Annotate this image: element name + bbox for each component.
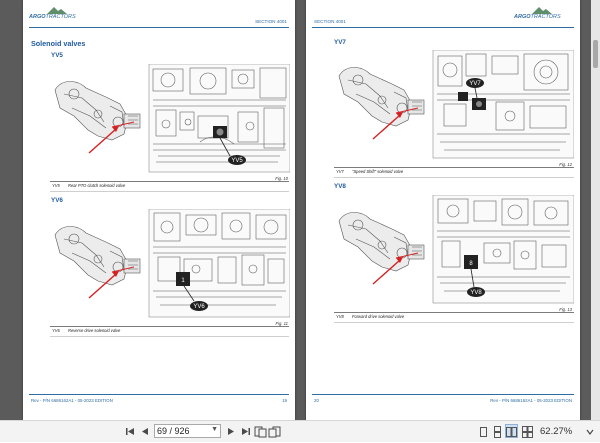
previous-view-icon[interactable] <box>254 425 267 438</box>
chevron-down-icon[interactable]: ▼ <box>211 426 218 433</box>
yv6-caption: YV6 Reverse drive solenoid valve <box>52 328 121 333</box>
yv5-figure: YV5 Fig. 10 <box>50 64 290 181</box>
caption-rule-bottom <box>50 191 289 192</box>
footer-edition: Rev - P/N 6686162A1 - 05-2023 EDITION <box>31 398 113 403</box>
yv6-callout: YV6 <box>193 304 205 310</box>
page-number: 20 <box>314 398 319 403</box>
document-viewport[interactable]: ARGOTRACTORS SECTION 4001 Solenoid valve… <box>0 0 600 420</box>
yv6-heading: YV6 <box>51 197 63 204</box>
yv6-figure: 1 YV6 Fig. 11 <box>50 209 290 326</box>
caption-rule-bottom <box>334 322 574 323</box>
argo-logo: ARGOTRACTORS <box>29 6 89 26</box>
zoom-level[interactable]: 62.27% <box>540 426 572 437</box>
document-page-right: SECTION 4001 ARGOTRACTORS YV7 YV7 Fig. 1… <box>306 0 580 420</box>
single-page-view-icon[interactable] <box>478 425 489 437</box>
first-page-icon[interactable] <box>124 425 136 438</box>
yv5-callout: YV5 <box>231 158 243 164</box>
caption-rule-top <box>50 326 289 327</box>
footer-rule <box>29 394 289 395</box>
yv7-figure: YV7 Fig. 12 <box>334 50 574 167</box>
yv5-heading: YV5 <box>51 52 63 59</box>
page-number: 19 <box>282 398 287 403</box>
yv7-callout: YV7 <box>469 81 481 87</box>
header-rule <box>312 27 574 28</box>
next-view-icon[interactable] <box>268 425 281 438</box>
footer-rule <box>312 394 574 395</box>
viewer-toolbar: ▼ 62.27% <box>0 420 600 442</box>
yv5-caption: YV5 Rear PTO clutch solenoid valve <box>52 183 126 188</box>
document-page-left: ARGOTRACTORS SECTION 4001 Solenoid valve… <box>23 0 295 420</box>
scrollbar-thumb[interactable] <box>593 40 598 68</box>
yv8-heading: YV8 <box>334 183 346 190</box>
last-page-icon[interactable] <box>240 425 252 438</box>
yv7-caption: YV7 "Speed Shift" solenoid valve <box>336 169 404 174</box>
caption-rule-top <box>50 181 289 182</box>
caption-rule-top <box>334 167 574 168</box>
section-label: SECTION 4001 <box>314 19 346 24</box>
caption-rule-top <box>334 312 574 313</box>
yv7-heading: YV7 <box>334 39 346 46</box>
yv8-figure: 8 YV8 Fig. 13 <box>334 195 574 312</box>
page-title: Solenoid valves <box>31 39 86 48</box>
caption-rule-bottom <box>334 177 574 178</box>
next-page-icon[interactable] <box>225 425 237 438</box>
argo-logo: ARGOTRACTORS <box>514 6 574 26</box>
prev-page-icon[interactable] <box>139 425 151 438</box>
page-number-input[interactable] <box>157 425 207 437</box>
continuous-view-icon[interactable] <box>492 425 503 438</box>
vertical-scrollbar[interactable] <box>591 0 600 420</box>
yv8-caption: YV8 Forward drive solenoid valve <box>336 314 405 319</box>
section-label: SECTION 4001 <box>255 19 287 24</box>
two-page-view-icon[interactable] <box>505 424 518 438</box>
caption-rule-bottom <box>50 336 289 337</box>
two-page-continuous-view-icon[interactable] <box>522 425 533 438</box>
yv8-callout: YV8 <box>470 290 482 296</box>
zoom-menu-icon[interactable] <box>584 425 596 438</box>
page-number-field[interactable]: ▼ <box>154 424 221 438</box>
footer-edition: Rev - P/N 6686162A1 - 05-2023 EDITION <box>490 398 572 403</box>
header-rule <box>29 27 289 28</box>
